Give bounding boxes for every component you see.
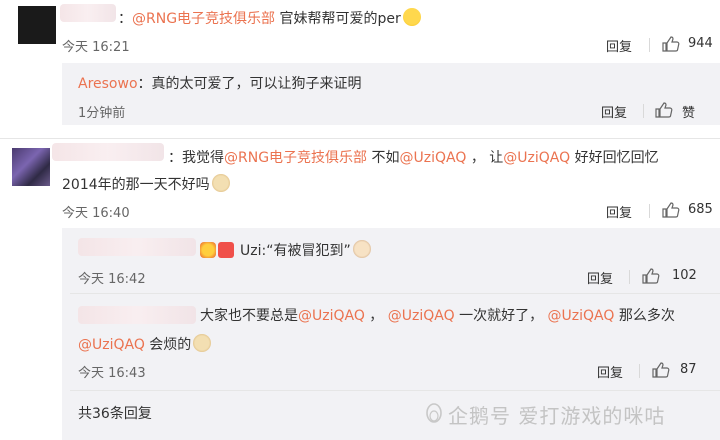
like-count: 87 bbox=[680, 362, 697, 377]
mention-link[interactable]: @UziQAQ bbox=[400, 150, 467, 166]
badge-icon bbox=[200, 242, 216, 258]
more-replies-link[interactable]: 共36条回复 bbox=[78, 403, 152, 423]
divider bbox=[649, 204, 650, 218]
mention-link[interactable]: @UziQAQ bbox=[548, 308, 615, 324]
reply-time: 今天 16:42 bbox=[78, 272, 146, 287]
cat-emoji-icon bbox=[352, 240, 371, 258]
divider bbox=[0, 138, 720, 139]
like-button[interactable]: 赞 bbox=[682, 102, 695, 121]
divider bbox=[70, 293, 720, 294]
mention-link[interactable]: @UziQAQ bbox=[388, 308, 455, 324]
like-icon[interactable] bbox=[642, 268, 660, 284]
reply-text-line2: @UziQAQ 会烦的 bbox=[78, 334, 212, 355]
badge-icon bbox=[218, 242, 234, 258]
mention-link[interactable]: @UziQAQ bbox=[298, 308, 365, 324]
reply-text: Aresowo：真的太可爱了，可以让狗子来证明 bbox=[78, 76, 362, 92]
doge-emoji-icon bbox=[211, 174, 230, 192]
reply-text: 大家也不要总是@UziQAQ ， @UziQAQ 一次就好了， @UziQAQ … bbox=[200, 308, 675, 324]
avatar[interactable] bbox=[12, 148, 50, 186]
divider bbox=[629, 270, 630, 284]
like-icon[interactable] bbox=[655, 102, 673, 118]
like-count: 944 bbox=[688, 36, 713, 51]
reply-button[interactable]: 回复 bbox=[601, 102, 627, 121]
penguin-logo-icon bbox=[426, 403, 442, 423]
reply-time: 1分钟前 bbox=[78, 106, 126, 121]
mention-link[interactable]: @UziQAQ bbox=[78, 337, 145, 353]
reply-username[interactable]: Aresowo bbox=[78, 76, 138, 92]
reply-time: 今天 16:43 bbox=[78, 366, 146, 381]
reply-button[interactable]: 回复 bbox=[606, 202, 632, 221]
like-count: 102 bbox=[672, 268, 697, 283]
mention-link[interactable]: @RNG电子竞技俱乐部 bbox=[132, 11, 275, 27]
username-blurred[interactable] bbox=[78, 238, 196, 256]
like-icon[interactable] bbox=[662, 36, 680, 52]
reply-button[interactable]: 回复 bbox=[587, 268, 613, 287]
reply-button[interactable]: 回复 bbox=[597, 362, 623, 381]
emoji-icon bbox=[402, 8, 421, 26]
username-blurred[interactable] bbox=[52, 143, 164, 161]
username-blurred[interactable] bbox=[78, 306, 196, 324]
comment-time: 今天 16:21 bbox=[62, 40, 130, 55]
like-count: 685 bbox=[688, 202, 713, 217]
reply-button[interactable]: 回复 bbox=[606, 36, 632, 55]
mention-link[interactable]: @UziQAQ bbox=[503, 150, 570, 166]
watermark: 企鹅号 爱打游戏的咪咕 bbox=[448, 404, 666, 428]
divider bbox=[639, 364, 640, 378]
like-icon[interactable] bbox=[662, 202, 680, 218]
comment-time: 今天 16:40 bbox=[62, 206, 130, 221]
mention-link[interactable]: @RNG电子竞技俱乐部 bbox=[224, 150, 367, 166]
username-blurred[interactable] bbox=[60, 4, 116, 22]
comment-text: ：@RNG电子竞技俱乐部 官妹帮帮可爱的per bbox=[118, 8, 421, 29]
doge-emoji-icon bbox=[193, 334, 212, 352]
comment-text: ：我觉得@RNG电子竞技俱乐部 不如@UziQAQ ， 让@UziQAQ 好好回… bbox=[168, 150, 659, 166]
divider bbox=[649, 38, 650, 52]
comment-text-line2: 2014年的那一天不好吗 bbox=[62, 174, 230, 195]
like-icon[interactable] bbox=[652, 362, 670, 378]
divider bbox=[643, 104, 644, 118]
avatar[interactable] bbox=[18, 6, 56, 44]
reply-text: Uzi:“有被冒犯到” bbox=[200, 240, 371, 261]
divider bbox=[70, 390, 720, 391]
